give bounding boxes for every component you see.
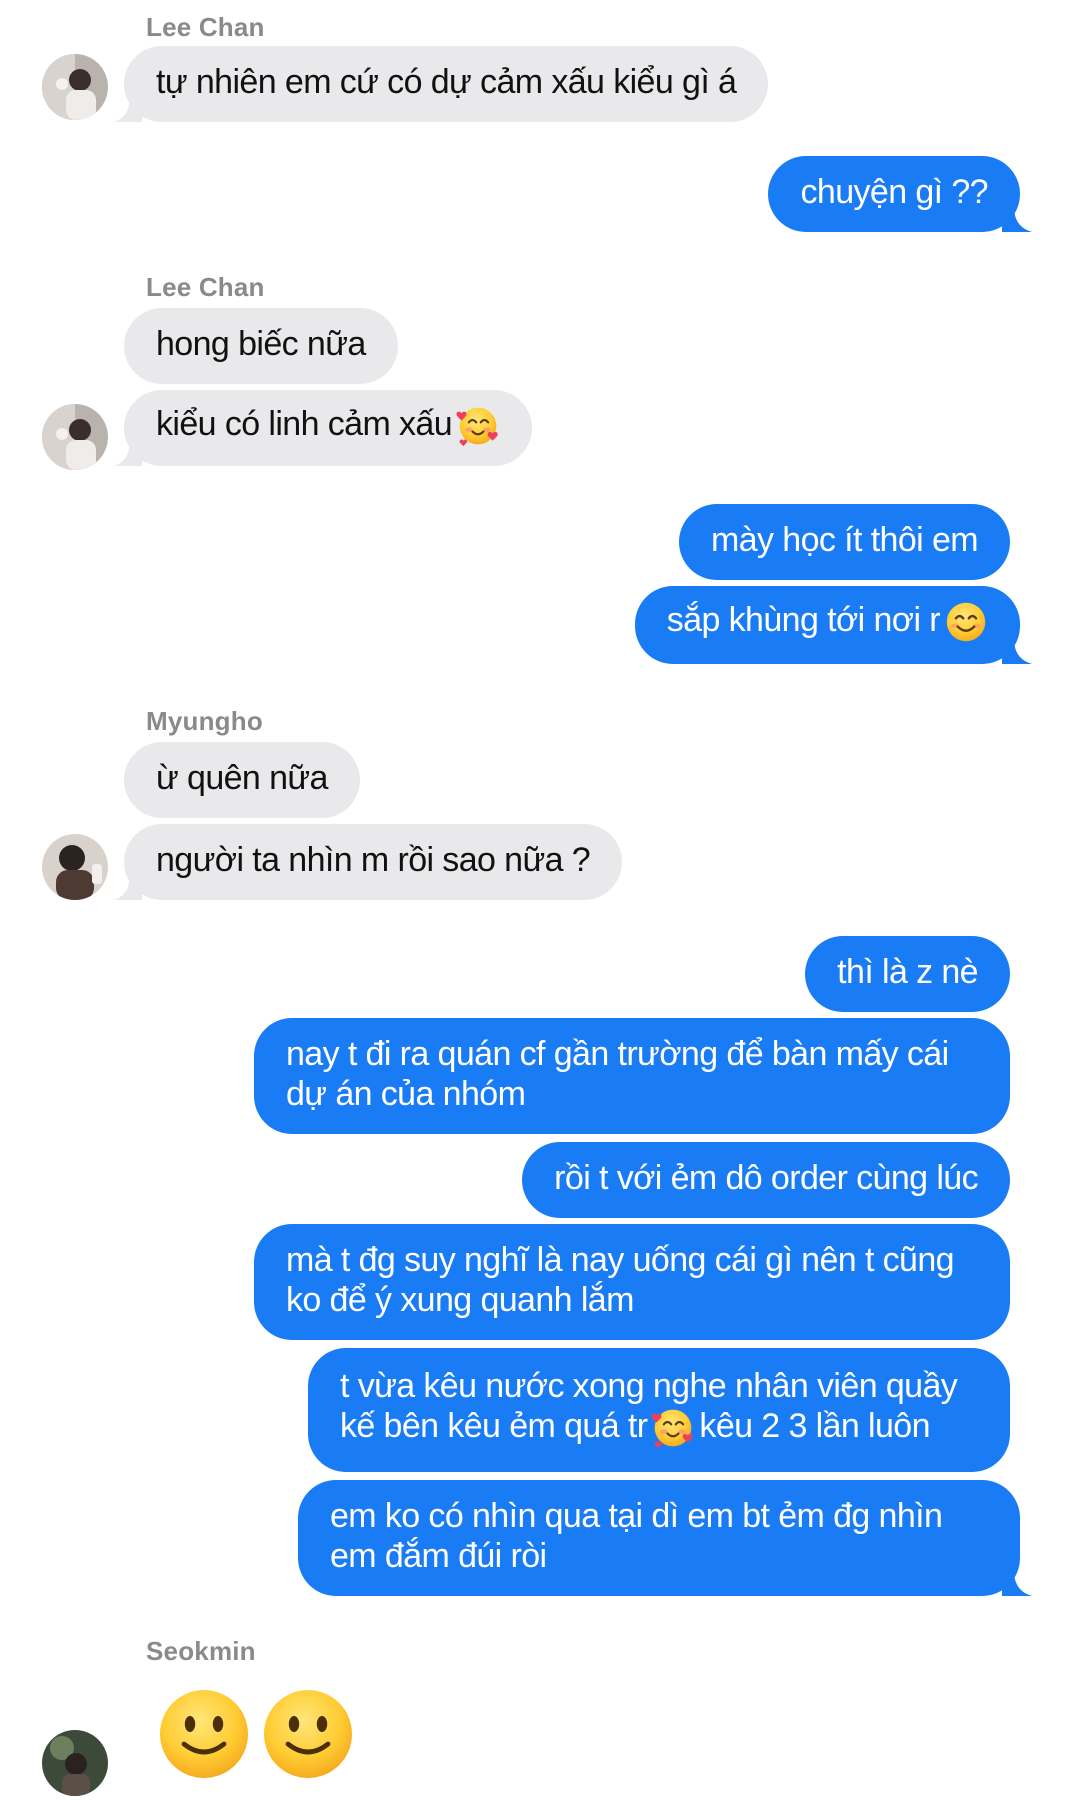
bubble-tail-icon — [114, 440, 142, 466]
outgoing-message-bubble[interactable]: nay t đi ra quán cf gần trường để bàn mấ… — [254, 1018, 1010, 1134]
message-text: ừ quên nữa — [156, 759, 328, 797]
avatar[interactable] — [42, 404, 108, 470]
outgoing-message-bubble[interactable]: mà t đg suy nghĩ là nay uống cái gì nên … — [254, 1224, 1010, 1340]
bubble-tail-icon — [114, 96, 142, 122]
message-text: kêu 2 3 lần luôn — [699, 1407, 930, 1445]
message-text: mày học ít thôi em — [711, 521, 979, 559]
message-text: nay t đi ra quán cf gần trường để bàn mấ… — [286, 1035, 949, 1113]
message-text: tự nhiên em cứ có dự cảm xấu kiểu gì á — [156, 63, 737, 101]
avatar-photo-icon — [42, 54, 108, 120]
sender-name: Myungho — [146, 706, 263, 736]
sender-name: Lee Chan — [146, 12, 265, 42]
message-text: sắp khùng tới nơi r — [666, 601, 941, 639]
avatar-photo-icon — [42, 834, 108, 900]
smiling-face-with-hearts-icon — [651, 1406, 695, 1450]
avatar-photo-icon — [42, 1730, 108, 1796]
avatar-photo-icon — [42, 404, 108, 470]
outgoing-message-bubble[interactable]: t vừa kêu nước xong nghe nhân viên quầy … — [308, 1348, 1010, 1472]
message-text: kiểu có linh cảm xấu — [156, 405, 453, 443]
incoming-message-bubble[interactable]: tự nhiên em cứ có dự cảm xấu kiểu gì á — [114, 46, 769, 122]
avatar[interactable] — [42, 1730, 108, 1796]
bubble-tail-icon — [1002, 1570, 1032, 1596]
message-text: hong biếc nữa — [156, 325, 366, 363]
bubble-tail-icon — [1002, 638, 1032, 664]
slightly-smiling-face-icon — [260, 1686, 356, 1782]
sender-name: Seokmin — [146, 1636, 256, 1666]
avatar[interactable] — [42, 54, 108, 120]
incoming-message-bubble[interactable]: người ta nhìn m rồi sao nữa ? — [114, 824, 623, 900]
message-text: người ta nhìn m rồi sao nữa ? — [156, 841, 591, 879]
incoming-message-bubble[interactable]: kiểu có linh cảm xấu — [114, 390, 533, 466]
slightly-smiling-face-icon — [156, 1686, 252, 1782]
outgoing-message-bubble[interactable]: rồi t với ẻm dô order cùng lúc — [522, 1142, 1010, 1218]
message-text: rồi t với ẻm dô order cùng lúc — [554, 1159, 978, 1197]
smiling-face-icon — [944, 600, 988, 644]
outgoing-message-bubble[interactable]: thì là z nè — [805, 936, 1010, 1012]
sender-name: Lee Chan — [146, 272, 265, 302]
message-text: em ko có nhìn qua tại dì em bt ẻm đg nhì… — [330, 1497, 943, 1575]
emoji-message[interactable] — [156, 1686, 356, 1782]
message-text: thì là z nè — [837, 953, 978, 991]
bubble-tail-icon — [114, 874, 142, 900]
message-text: chuyện gì ?? — [800, 173, 988, 211]
smiling-face-with-hearts-icon — [456, 404, 500, 448]
outgoing-message-bubble[interactable]: sắp khùng tới nơi r — [634, 586, 1032, 664]
message-text: mà t đg suy nghĩ là nay uống cái gì nên … — [286, 1241, 955, 1319]
outgoing-message-bubble[interactable]: em ko có nhìn qua tại dì em bt ẻm đg nhì… — [298, 1480, 1032, 1596]
incoming-message-bubble[interactable]: hong biếc nữa — [124, 308, 398, 384]
avatar[interactable] — [42, 834, 108, 900]
outgoing-message-bubble[interactable]: chuyện gì ?? — [768, 156, 1032, 232]
bubble-tail-icon — [1002, 206, 1032, 232]
incoming-message-bubble[interactable]: ừ quên nữa — [124, 742, 360, 818]
outgoing-message-bubble[interactable]: mày học ít thôi em — [679, 504, 1010, 580]
